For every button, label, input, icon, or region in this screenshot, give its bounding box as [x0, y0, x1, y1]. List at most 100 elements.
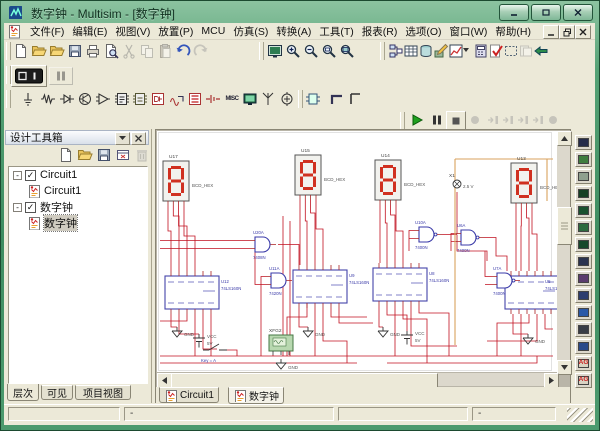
tree-node-project-clock[interactable]: 数字钟 — [9, 199, 147, 215]
toolbox-new-button[interactable] — [57, 146, 75, 164]
agilent-multimeter-button[interactable]: AG — [575, 373, 592, 388]
logic-converter-button[interactable] — [575, 271, 592, 286]
design-toolbox-header[interactable]: 设计工具箱 — [5, 130, 149, 145]
minimize-button[interactable] — [499, 4, 529, 21]
restore-button[interactable] — [531, 4, 561, 21]
menu-window[interactable]: 窗口(W) — [446, 24, 492, 39]
vcc-supply-1[interactable]: VCC 5V — [193, 334, 217, 348]
tab-hierarchy[interactable]: 层次 — [7, 384, 39, 401]
print-preview-button[interactable] — [102, 42, 120, 60]
pause-simulation-button[interactable] — [428, 111, 446, 129]
toolbox-delete-button[interactable] — [133, 146, 151, 164]
analog-components-button[interactable] — [94, 90, 112, 108]
scroll-down-button[interactable] — [557, 360, 572, 375]
menu-simulate[interactable]: 仿真(S) — [229, 24, 272, 39]
menu-transfer[interactable]: 转换(A) — [272, 24, 315, 39]
copy-button[interactable] — [138, 42, 156, 60]
checkbox-checked-icon[interactable] — [25, 202, 36, 213]
schematic-canvas[interactable]: U17 BCD_HEX U15 BCD_HEX U14 BCD_HEX U13 … — [157, 131, 558, 372]
seven-segment-display-1[interactable] — [163, 161, 189, 206]
tree-node-project-circuit1[interactable]: Circuit1 — [9, 167, 147, 183]
tree-node-sheet-circuit1[interactable]: Circuit1 — [9, 183, 147, 199]
open-button[interactable] — [30, 42, 48, 60]
toolbar-grip[interactable] — [6, 90, 11, 108]
advanced-peripherals-button[interactable] — [241, 90, 259, 108]
ground-symbol[interactable] — [303, 327, 313, 337]
transistor-components-button[interactable] — [76, 90, 94, 108]
checkbox-checked-icon[interactable] — [25, 170, 36, 181]
tab-circuit1[interactable]: Circuit1 — [159, 387, 219, 403]
ladder-diagram-button[interactable] — [346, 90, 364, 108]
counter-ic-2[interactable] — [293, 265, 347, 308]
zoom-in-button[interactable] — [284, 42, 302, 60]
mdi-close-button[interactable] — [575, 25, 591, 39]
ttl-components-button[interactable] — [113, 90, 131, 108]
nand-gate-u10a[interactable] — [414, 227, 442, 242]
word-generator-button[interactable] — [575, 254, 592, 269]
seven-segment-display-2[interactable] — [295, 155, 321, 200]
bode-plotter-button[interactable] — [575, 220, 592, 235]
key-switch[interactable]: Key = A — [201, 344, 227, 363]
menu-tools[interactable]: 工具(T) — [315, 24, 357, 39]
resize-grip[interactable] — [567, 408, 593, 422]
and-gate-u20a[interactable] — [250, 237, 276, 252]
stop-simulation-button[interactable] — [446, 111, 466, 131]
close-button[interactable] — [563, 4, 593, 21]
hierarchical-block-button[interactable] — [304, 90, 322, 108]
misc-components-button[interactable]: MISC — [223, 90, 241, 108]
vertical-scroll-thumb[interactable] — [557, 207, 572, 245]
redo-button[interactable] — [192, 42, 210, 60]
collapse-icon[interactable] — [13, 171, 22, 180]
electromechanical-components-button[interactable] — [278, 90, 296, 108]
oscilloscope-button[interactable] — [575, 186, 592, 201]
schematic[interactable]: U17 BCD_HEX U15 BCD_HEX U14 BCD_HEX U13 … — [157, 131, 557, 372]
record-button[interactable] — [466, 111, 484, 129]
probe-x1[interactable]: X1 2.5 V — [449, 173, 474, 189]
menu-view[interactable]: 视图(V) — [111, 24, 154, 39]
new-button[interactable] — [12, 42, 30, 60]
mdi-restore-button[interactable] — [559, 25, 575, 39]
tab-digital-clock[interactable]: 数字钟 — [228, 387, 284, 404]
source-components-button[interactable] — [19, 90, 37, 108]
menu-file[interactable]: 文件(F) — [26, 24, 68, 39]
place-bus-button[interactable] — [328, 90, 346, 108]
horizontal-scroll-thumb[interactable] — [171, 373, 438, 388]
vertical-scrollbar[interactable] — [557, 131, 570, 373]
toolbar-grip[interactable] — [400, 112, 405, 130]
scroll-up-button[interactable] — [557, 131, 572, 146]
zoom-fit-button[interactable] — [338, 42, 356, 60]
function-generator-xfg[interactable]: XFG2 — [269, 328, 293, 355]
and-gate-u11a[interactable] — [266, 273, 292, 288]
agilent-function-generator-button[interactable]: AG — [575, 356, 592, 371]
network-analyzer-button[interactable] — [575, 339, 592, 354]
pause-switch-button[interactable] — [49, 67, 73, 85]
menu-mcu[interactable]: MCU — [197, 25, 229, 37]
rf-components-button[interactable] — [259, 90, 277, 108]
frequency-counter-button[interactable] — [575, 237, 592, 252]
menu-options[interactable]: 选项(O) — [401, 24, 445, 39]
cut-button[interactable] — [120, 42, 138, 60]
undo-button[interactable] — [174, 42, 192, 60]
toolbox-open-button[interactable] — [76, 146, 94, 164]
indicator-components-button[interactable] — [186, 90, 204, 108]
ground-symbol[interactable] — [172, 327, 182, 337]
ground-symbol[interactable] — [523, 334, 533, 344]
back-annotate-button[interactable] — [532, 42, 550, 60]
logic-analyzer-button[interactable] — [575, 288, 592, 303]
wattmeter-button[interactable] — [575, 169, 592, 184]
function-generator-button[interactable] — [575, 152, 592, 167]
zoom-area-button[interactable] — [320, 42, 338, 60]
toolbox-close-button[interactable] — [131, 132, 146, 145]
toolbox-save-button[interactable] — [95, 146, 113, 164]
save-button[interactable] — [66, 42, 84, 60]
title-bar[interactable]: 数字钟 - Multisim - [数字钟] — [1, 1, 600, 23]
collapse-icon[interactable] — [13, 203, 22, 212]
menu-help[interactable]: 帮助(H) — [491, 24, 535, 39]
toolbar-grip[interactable] — [259, 42, 264, 60]
multimeter-button[interactable] — [575, 135, 592, 150]
counter-ic-4[interactable] — [505, 271, 557, 314]
menu-edit[interactable]: 编辑(E) — [68, 24, 111, 39]
toolbar-grip[interactable] — [380, 42, 385, 60]
nand-gate-u6a[interactable] — [456, 230, 484, 245]
scroll-left-button[interactable] — [157, 373, 172, 388]
